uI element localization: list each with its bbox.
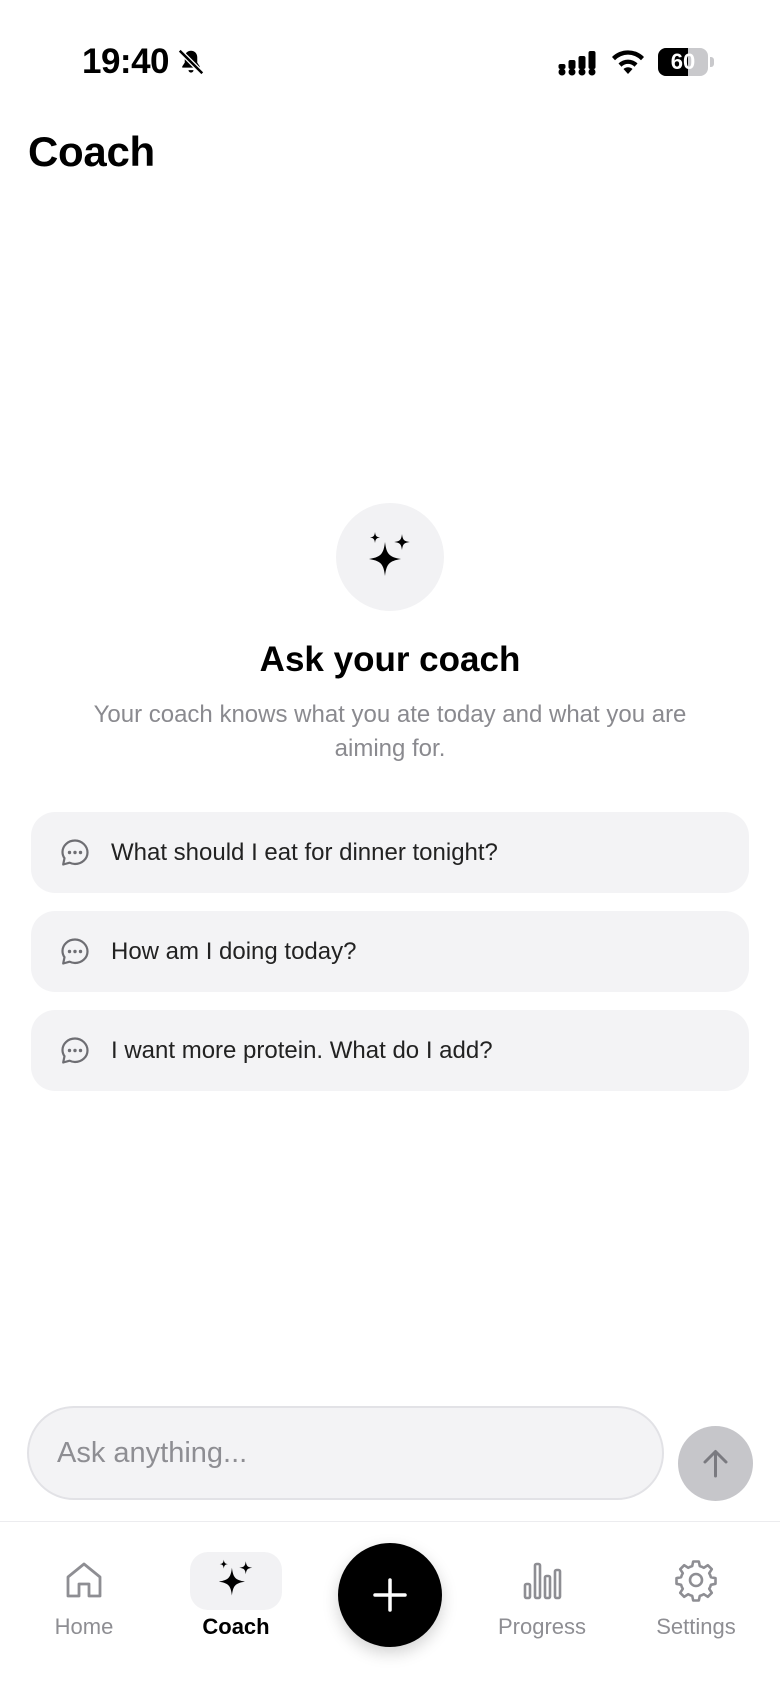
wifi-icon: [612, 50, 644, 74]
page-title: Coach: [28, 128, 155, 175]
add-button[interactable]: [338, 1543, 442, 1647]
suggestion-chip[interactable]: I want more protein. What do I add?: [31, 1010, 749, 1091]
sparkles-icon: [369, 532, 410, 576]
tab-progress[interactable]: Progress: [482, 1558, 602, 1658]
send-button[interactable]: [678, 1426, 753, 1501]
ask-input[interactable]: [27, 1406, 664, 1500]
suggestion-text: What should I eat for dinner tonight?: [111, 839, 498, 866]
tab-label: Progress: [497, 1614, 587, 1639]
tab-settings[interactable]: Settings: [636, 1558, 756, 1658]
suggestion-text: I want more protein. What do I add?: [111, 1037, 493, 1064]
house-icon: [66, 1562, 102, 1598]
bell-slash-icon: [177, 48, 205, 76]
hero-title: Ask your coach: [259, 640, 521, 679]
suggestion-text: How am I doing today?: [111, 938, 357, 965]
chat-bubble-icon: [61, 1037, 89, 1064]
tab-coach[interactable]: Coach: [176, 1552, 296, 1658]
suggestion-list: What should I eat for dinner tonight? Ho…: [31, 812, 749, 1109]
hero-subtitle: Your coach knows what you ate today and …: [93, 701, 687, 762]
gear-icon: [675, 1560, 717, 1602]
cellular-signal-icon: [558, 51, 596, 76]
sparkles-icon: [218, 1559, 253, 1596]
arrow-up-icon: [703, 1450, 728, 1478]
tab-home[interactable]: Home: [24, 1558, 144, 1658]
tab-label: Home: [54, 1614, 114, 1639]
bar-chart-icon: [523, 1562, 562, 1600]
battery-icon: 60: [658, 48, 714, 76]
hero-icon-badge: [336, 503, 444, 611]
suggestion-chip[interactable]: How am I doing today?: [31, 911, 749, 992]
tab-label: Coach: [202, 1614, 270, 1639]
tab-label: Settings: [656, 1614, 736, 1639]
chat-bubble-icon: [61, 938, 89, 965]
status-time: 19:40: [82, 42, 170, 81]
plus-icon: [373, 1578, 407, 1612]
suggestion-chip[interactable]: What should I eat for dinner tonight?: [31, 812, 749, 893]
battery-level: 60: [670, 49, 696, 74]
status-bar: 19:40 60: [0, 0, 780, 120]
chat-bubble-icon: [61, 839, 89, 866]
